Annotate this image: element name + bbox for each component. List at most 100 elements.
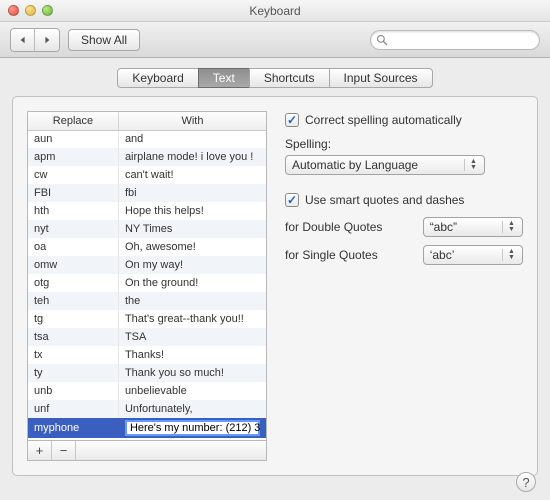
table-row[interactable]: otgOn the ground!: [28, 274, 266, 292]
chevron-updown-icon: ▲▼: [502, 221, 516, 233]
cell-with[interactable]: the: [118, 292, 266, 310]
cell-with[interactable]: unbelievable: [118, 382, 266, 400]
double-quotes-value: “abc”: [430, 220, 457, 234]
cell-with[interactable]: can't wait!: [118, 166, 266, 184]
minimize-button[interactable]: [25, 5, 36, 16]
content-area: Keyboard Text Shortcuts Input Sources Re…: [0, 58, 550, 500]
cell-with[interactable]: That's great--thank you!!: [118, 310, 266, 328]
triangle-left-icon: [19, 36, 27, 44]
table-row[interactable]: unbunbelievable: [28, 382, 266, 400]
smart-quotes-row: Use smart quotes and dashes: [285, 193, 523, 207]
cell-replace[interactable]: FBI: [28, 184, 118, 202]
cell-with[interactable]: On my way!: [118, 256, 266, 274]
triangle-right-icon: [43, 36, 51, 44]
correct-spelling-row: Correct spelling automatically: [285, 113, 523, 127]
search-input[interactable]: [370, 30, 540, 50]
cell-replace[interactable]: tx: [28, 346, 118, 364]
cell-replace[interactable]: teh: [28, 292, 118, 310]
table-row[interactable]: unfUnfortunately,: [28, 400, 266, 418]
cell-with[interactable]: Oh, awesome!: [118, 238, 266, 256]
search-wrap: [370, 30, 540, 50]
table-footer: + −: [27, 441, 267, 461]
nav-segment: [10, 28, 60, 52]
add-row-button[interactable]: +: [28, 441, 52, 460]
text-panel: Replace With aunandapmairplane mode! i l…: [12, 96, 538, 476]
table-row[interactable]: tyThank you so much!: [28, 364, 266, 382]
cell-replace[interactable]: ty: [28, 364, 118, 382]
double-quotes-label: for Double Quotes: [285, 220, 413, 234]
cell-replace[interactable]: cw: [28, 166, 118, 184]
correct-spelling-checkbox[interactable]: [285, 113, 299, 127]
tab-shortcuts[interactable]: Shortcuts: [249, 68, 330, 88]
cell-with[interactable]: fbi: [118, 184, 266, 202]
column-header-with[interactable]: With: [118, 112, 266, 130]
table-row[interactable]: cwcan't wait!: [28, 166, 266, 184]
table-row[interactable]: myphone Here's my number: (212) 3: [28, 418, 266, 438]
spelling-value: Automatic by Language: [292, 158, 418, 172]
cell-with[interactable]: and: [118, 130, 266, 148]
quotes-grid: for Double Quotes “abc” ▲▼ for Single Qu…: [285, 217, 523, 265]
cell-with[interactable]: Here's my number: (212) 3: [118, 418, 266, 438]
spelling-heading: Spelling:: [285, 137, 523, 151]
cell-replace[interactable]: otg: [28, 274, 118, 292]
table-row[interactable]: nytNY Times: [28, 220, 266, 238]
cell-replace[interactable]: tsa: [28, 328, 118, 346]
cell-replace[interactable]: unb: [28, 382, 118, 400]
chevron-updown-icon: ▲▼: [502, 249, 516, 261]
cell-with[interactable]: NY Times: [118, 220, 266, 238]
cell-replace[interactable]: apm: [28, 148, 118, 166]
spelling-popup[interactable]: Automatic by Language ▲▼: [285, 155, 485, 175]
remove-row-button[interactable]: −: [52, 441, 76, 460]
column-header-replace[interactable]: Replace: [28, 112, 118, 130]
table-row[interactable]: aunand: [28, 130, 266, 148]
table-row[interactable]: tehthe: [28, 292, 266, 310]
cell-replace[interactable]: unf: [28, 400, 118, 418]
substitutions-table-container[interactable]: Replace With aunandapmairplane mode! i l…: [27, 111, 267, 441]
cell-with[interactable]: TSA: [118, 328, 266, 346]
cell-with[interactable]: Thank you so much!: [118, 364, 266, 382]
correct-spelling-label: Correct spelling automatically: [305, 113, 462, 127]
window-titlebar: Keyboard: [0, 0, 550, 22]
cell-replace[interactable]: tg: [28, 310, 118, 328]
show-all-button[interactable]: Show All: [68, 29, 140, 51]
table-row[interactable]: apmairplane mode! i love you !: [28, 148, 266, 166]
tab-input-sources[interactable]: Input Sources: [329, 68, 433, 88]
traffic-lights: [8, 5, 53, 16]
cell-with[interactable]: On the ground!: [118, 274, 266, 292]
settings-area: Correct spelling automatically Spelling:…: [285, 111, 523, 461]
smart-quotes-checkbox[interactable]: [285, 193, 299, 207]
close-button[interactable]: [8, 5, 19, 16]
cell-replace[interactable]: aun: [28, 130, 118, 148]
table-row[interactable]: tgThat's great--thank you!!: [28, 310, 266, 328]
cell-with-editing[interactable]: Here's my number: (212) 3: [125, 420, 260, 436]
double-quotes-popup[interactable]: “abc” ▲▼: [423, 217, 523, 237]
window-title: Keyboard: [0, 4, 550, 18]
back-button[interactable]: [11, 29, 35, 51]
substitutions-area: Replace With aunandapmairplane mode! i l…: [27, 111, 267, 461]
cell-with[interactable]: Thanks!: [118, 346, 266, 364]
tab-keyboard[interactable]: Keyboard: [117, 68, 198, 88]
table-row[interactable]: FBIfbi: [28, 184, 266, 202]
table-row[interactable]: oaOh, awesome!: [28, 238, 266, 256]
cell-replace[interactable]: oa: [28, 238, 118, 256]
cell-replace[interactable]: omw: [28, 256, 118, 274]
cell-with[interactable]: airplane mode! i love you !: [118, 148, 266, 166]
table-row[interactable]: tsaTSA: [28, 328, 266, 346]
help-button[interactable]: ?: [516, 472, 536, 492]
cell-replace[interactable]: nyt: [28, 220, 118, 238]
zoom-button[interactable]: [42, 5, 53, 16]
tab-text[interactable]: Text: [198, 68, 250, 88]
toolbar: Show All: [0, 22, 550, 58]
cell-with[interactable]: Unfortunately,: [118, 400, 266, 418]
cell-replace[interactable]: hth: [28, 202, 118, 220]
table-row[interactable]: hthHope this helps!: [28, 202, 266, 220]
table-row[interactable]: omwOn my way!: [28, 256, 266, 274]
cell-with[interactable]: Hope this helps!: [118, 202, 266, 220]
table-row[interactable]: txThanks!: [28, 346, 266, 364]
single-quotes-popup[interactable]: ‘abc’ ▲▼: [423, 245, 523, 265]
cell-replace[interactable]: myphone: [28, 418, 118, 438]
search-icon: [376, 34, 388, 46]
single-quotes-label: for Single Quotes: [285, 248, 413, 262]
forward-button[interactable]: [35, 29, 59, 51]
chevron-updown-icon: ▲▼: [464, 159, 478, 171]
